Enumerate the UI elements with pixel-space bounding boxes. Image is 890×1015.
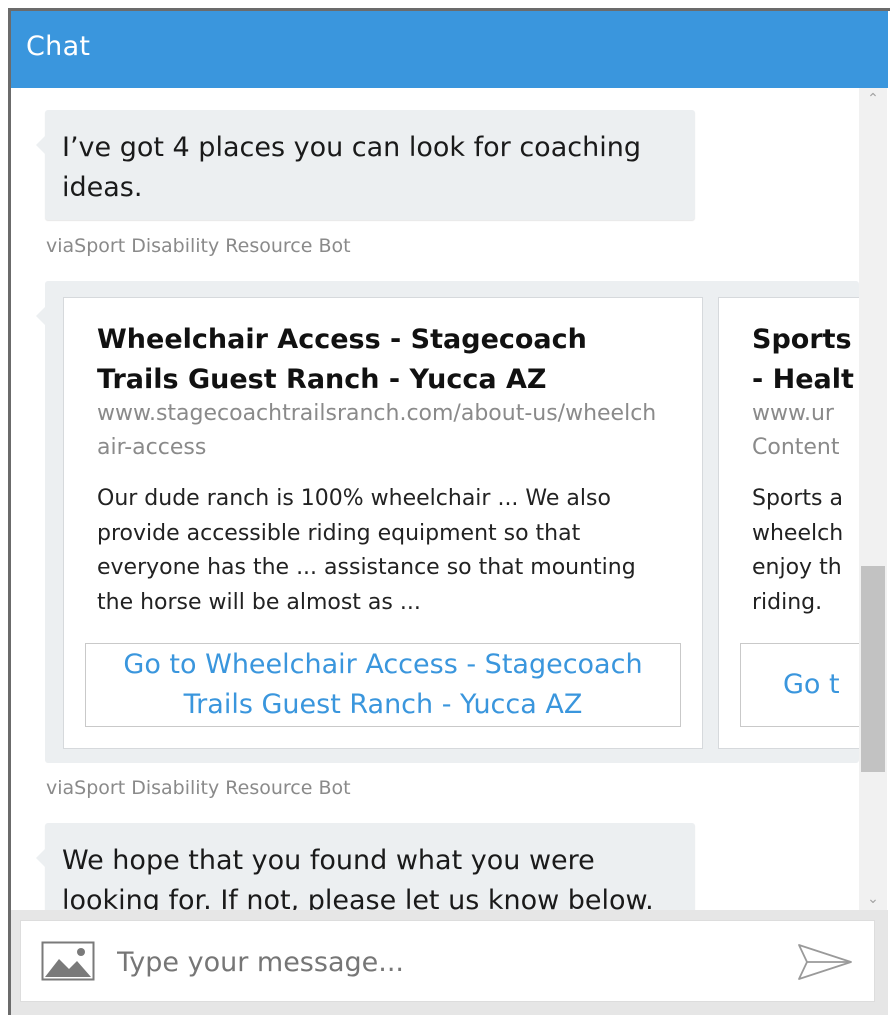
card-description-line: wheelch	[752, 520, 844, 546]
result-card: Sports - Healt www.ur Content Sports a w…	[718, 297, 859, 749]
open-link-button[interactable]: Go to Wheelchair Access - Stagecoach Tra…	[85, 643, 681, 727]
scrollbar-thumb[interactable]	[861, 566, 885, 772]
message-text: I’ve got 4 places you can look for coach…	[62, 132, 641, 203]
card-description: Sports a wheelch enjoy th riding.	[752, 482, 859, 620]
chat-transcript[interactable]: I’ve got 4 places you can look for coach…	[11, 88, 859, 910]
card-url: www.stagecoachtrailsranch.com/about-us/w…	[97, 401, 657, 460]
card-title-line: - Healt	[752, 364, 854, 395]
card-description-line: Sports a	[752, 486, 843, 511]
card-carousel[interactable]: Wheelchair Access - Stagecoach Trails Gu…	[45, 281, 859, 763]
card-url: www.ur Content	[752, 397, 859, 465]
card-url-line: www.ur	[752, 401, 834, 426]
message-composer	[20, 920, 875, 1002]
bot-message-bubble: We hope that you found what you were loo…	[36, 823, 695, 910]
scroll-up-arrow-icon[interactable]: ⌃	[859, 88, 887, 110]
card-description: Our dude ranch is 100% wheelchair ... We…	[97, 486, 636, 615]
bot-message-bubble: I’ve got 4 places you can look for coach…	[36, 110, 695, 220]
scroll-down-arrow-icon[interactable]: ⌄	[859, 888, 887, 910]
card-url-line: Content	[752, 435, 840, 460]
transcript-scrollbar[interactable]: ⌃ ⌄	[859, 88, 887, 910]
message-input[interactable]	[117, 939, 767, 985]
send-icon[interactable]	[797, 943, 853, 981]
image-upload-icon[interactable]	[41, 941, 95, 981]
card-title-line: Sports	[752, 324, 852, 355]
card-description-line: riding.	[752, 589, 823, 615]
card-title: Sports - Healt	[752, 320, 859, 400]
open-link-button[interactable]: Go t	[740, 643, 859, 727]
message-sender: viaSport Disability Resource Bot	[46, 777, 351, 799]
carousel-pointer	[36, 307, 45, 325]
chat-header: Chat	[11, 11, 888, 88]
card-description-line: enjoy th	[752, 555, 842, 580]
chat-title: Chat	[26, 31, 91, 62]
message-sender: viaSport Disability Resource Bot	[46, 235, 351, 257]
message-text: We hope that you found what you were loo…	[62, 845, 654, 910]
result-card: Wheelchair Access - Stagecoach Trails Gu…	[63, 297, 703, 749]
card-title: Wheelchair Access - Stagecoach Trails Gu…	[97, 324, 587, 395]
